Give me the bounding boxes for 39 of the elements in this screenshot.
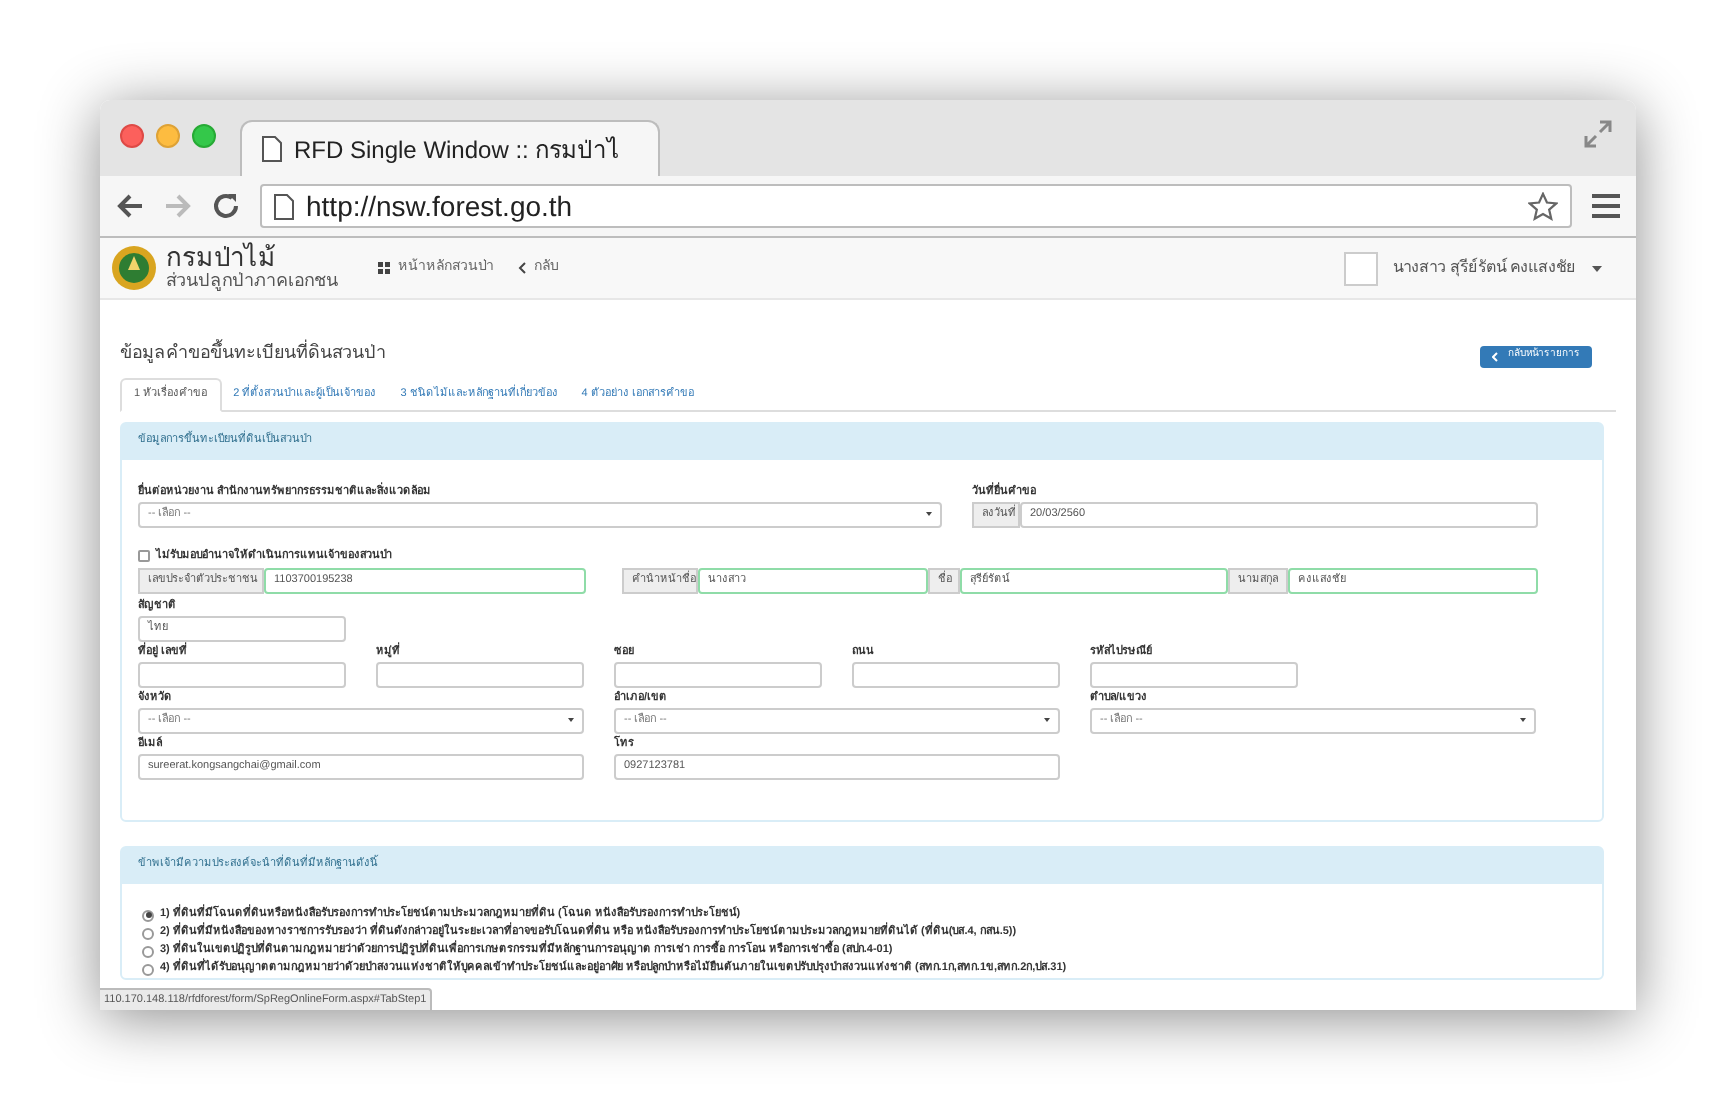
text-field[interactable] (852, 661, 1060, 687)
chevron-left-icon (518, 262, 526, 274)
fullscreen-icon[interactable] (1584, 120, 1612, 148)
chevron-left-icon (1492, 351, 1498, 361)
checkbox[interactable] (138, 549, 150, 561)
radio-button[interactable] (142, 927, 154, 939)
reload-icon[interactable] (212, 192, 240, 220)
page-icon (262, 136, 282, 162)
page-icon (274, 193, 294, 219)
maximize-window-icon[interactable] (192, 124, 216, 148)
back-arrow-icon[interactable] (116, 192, 144, 220)
caret-icon (1044, 718, 1050, 722)
radio-button[interactable] (142, 945, 154, 957)
text-field[interactable] (376, 661, 584, 687)
forward-arrow-icon[interactable] (164, 192, 192, 220)
grid-icon (378, 262, 390, 274)
caret-icon[interactable] (1592, 265, 1602, 271)
url-text: http://nsw.forest.go.th (306, 187, 575, 226)
text-field[interactable] (614, 661, 822, 687)
text-field[interactable] (138, 661, 346, 687)
star-icon[interactable] (1528, 191, 1558, 221)
org-subtitle: ส่วนปลูกป่าภาคเอกชน (166, 272, 338, 292)
minimize-window-icon[interactable] (156, 124, 180, 148)
org-name: กรมป่าไม้ (166, 244, 276, 273)
caret-icon (568, 718, 574, 722)
address-bar[interactable]: http://nsw.forest.go.th (260, 184, 1572, 228)
browser-tab[interactable]: RFD Single Window :: กรมป่าไ (240, 120, 660, 176)
avatar-placeholder (1343, 251, 1378, 285)
radio-button[interactable] (142, 963, 154, 975)
user-name[interactable]: นางสาว สุรีย์รัตน์ คงแสงชัย (1393, 256, 1576, 280)
page-heading: ข้อมูลคำขอขึ้นทะเบียนที่ดินสวนป่า (120, 340, 386, 367)
text-field[interactable] (1090, 661, 1298, 687)
seal-logo-icon (110, 244, 158, 292)
caret-icon (1520, 718, 1526, 722)
tab-title: RFD Single Window :: กรมป่าไ (294, 133, 620, 167)
radio-button[interactable] (142, 909, 154, 921)
menu-icon[interactable] (1592, 194, 1620, 218)
close-window-icon[interactable] (120, 124, 144, 148)
caret-icon (926, 512, 932, 516)
